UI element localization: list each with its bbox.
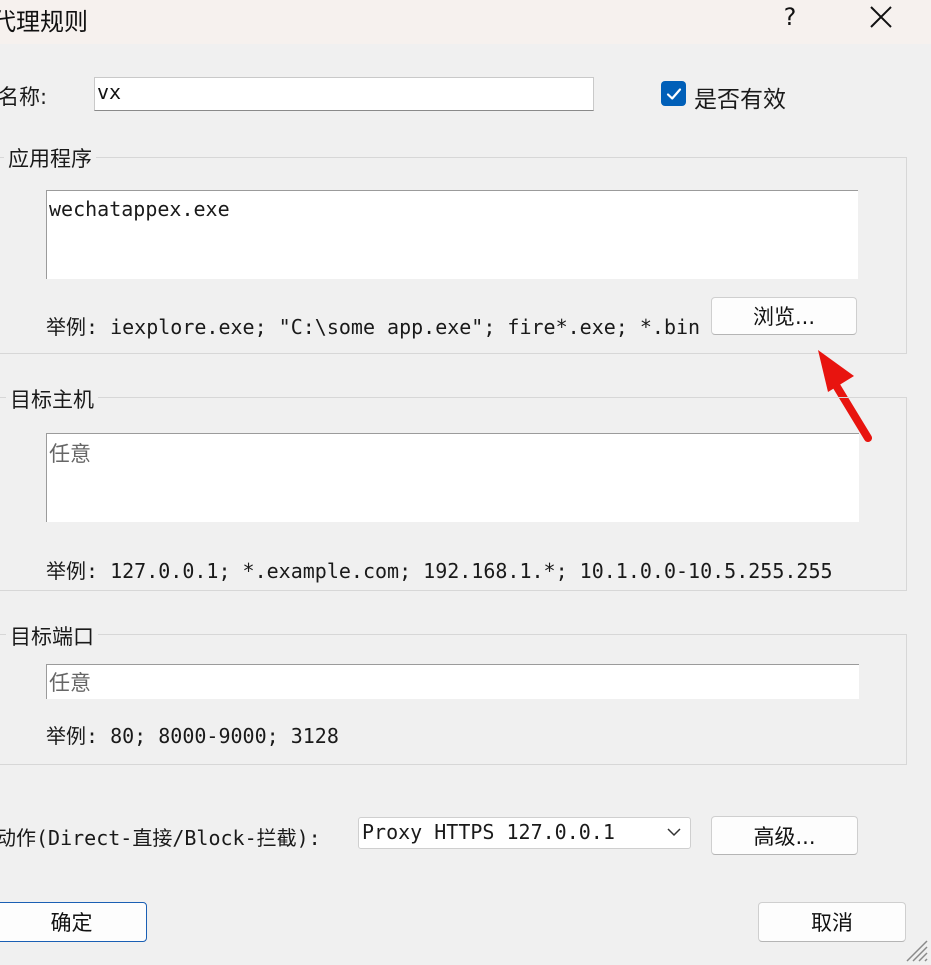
target-ports-group-title: 目标端口	[6, 621, 98, 651]
enabled-label: 是否有效	[694, 87, 786, 113]
target-hosts-example: 举例: 127.0.0.1; *.example.com; 192.168.1.…	[46, 559, 833, 583]
applications-group-title: 应用程序	[4, 143, 96, 173]
ok-button[interactable]: 确定	[0, 902, 147, 942]
close-button[interactable]	[858, 0, 904, 34]
checkmark-icon	[666, 87, 681, 100]
cancel-button[interactable]: 取消	[758, 902, 906, 942]
browse-button[interactable]: 浏览...	[711, 297, 857, 335]
action-select[interactable]: Proxy HTTPS 127.0.0.1	[358, 817, 691, 849]
enabled-checkbox[interactable]	[661, 81, 686, 106]
title-bar: 代理规则 ?	[0, 0, 931, 44]
applications-textarea[interactable]: wechatappex.exe	[46, 190, 858, 279]
proxy-rule-dialog: 代理规则 ? 名称: vx 是否有效 应用程序 wechatappex.exe …	[0, 0, 931, 965]
help-icon: ?	[783, 3, 797, 31]
target-hosts-group-title: 目标主机	[6, 384, 98, 414]
target-ports-example: 举例: 80; 8000-9000; 3128	[46, 724, 339, 748]
action-select-value: Proxy HTTPS 127.0.0.1	[362, 820, 615, 844]
applications-example: 举例: iexplore.exe; "C:\some app.exe"; fir…	[46, 315, 701, 339]
resize-grip-icon[interactable]	[903, 937, 929, 963]
target-ports-input[interactable]: 任意	[46, 664, 859, 699]
name-label: 名称:	[0, 85, 48, 109]
advanced-button[interactable]: 高级...	[711, 816, 858, 855]
window-title: 代理规则	[0, 8, 88, 36]
chevron-down-icon	[667, 828, 681, 837]
close-icon	[870, 6, 892, 28]
name-input[interactable]: vx	[94, 77, 594, 111]
target-hosts-textarea[interactable]: 任意	[46, 433, 859, 522]
help-button[interactable]: ?	[767, 0, 813, 34]
action-label: 动作(Direct-直接/Block-拦截):	[0, 826, 321, 850]
